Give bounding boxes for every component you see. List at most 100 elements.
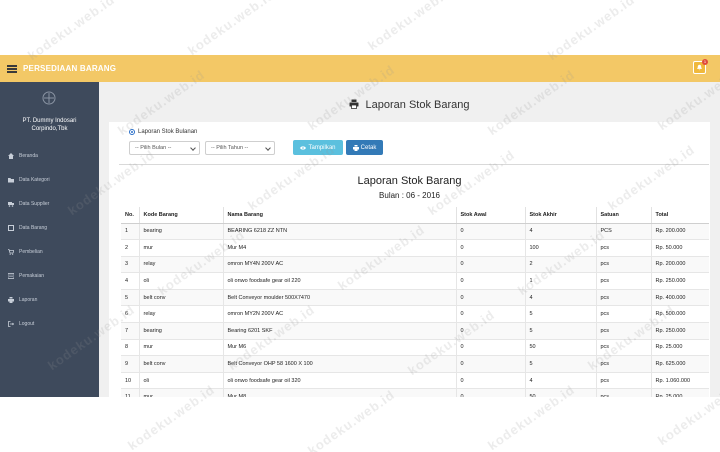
table-cell: 5 [121,288,139,306]
sidebar-item-label: Pemakaian [19,273,45,279]
table-cell: 0 [455,371,525,389]
table-cell: mur [138,239,223,257]
stock-table-body: 1 bearing BEARING 6218 ZZ NTN 0 4 PCS Rp. 200.… [121,222,709,397]
table-cell: pcs [595,288,651,306]
sidebar-item-laporan[interactable]: Laporan [0,288,99,312]
bottom-frame [0,397,720,452]
table-cell: 0 [455,322,525,340]
table-cell: 1 [121,222,139,240]
table-row: 4 oli oli onwo foodsafe gear oil 220 0 1 pcs R… [121,272,709,290]
month-select[interactable]: -- Pilih Bulan -- [129,141,200,155]
list-icon [8,273,14,279]
table-cell: Mur M8 [222,388,456,397]
table-cell: 5 [524,322,596,340]
show-button[interactable]: Tampilkan [293,140,343,155]
table-cell: mur [138,388,223,397]
print-button[interactable]: Cetak [346,140,383,155]
company-name-line2: Corpindo,Tbk [31,126,68,132]
logout-icon [8,321,14,327]
table-cell: Rp. 1.060.000 [650,371,709,389]
table-cell: Rp. 250.000 [650,272,709,290]
sidebar: PT. Dummy Indosari Corpindo,Tbk Beranda … [0,82,99,397]
chevron-down-icon [265,145,271,151]
table-row: 11murMur M8050pcsRp. 25.000 [121,388,709,397]
table-cell: 1 [524,272,596,290]
company-name-line1: PT. Dummy Indosari [22,118,77,124]
monthly-report-radio[interactable] [129,129,135,135]
table-cell: 0 [455,305,525,323]
table-cell: Rp. 200.000 [650,222,709,240]
table-cell: 9 [121,355,139,373]
table-cell: Rp. 200.000 [650,255,709,273]
stock-table: No. Kode Barang Nama Barang Stok Awal St… [121,207,709,397]
table-cell: 0 [455,272,525,290]
table-cell: Rp. 250.000 [650,322,709,340]
menu-toggle-icon[interactable] [7,64,17,73]
chevron-down-icon [190,145,196,151]
table-header-row: No. Kode Barang Nama Barang Stok Awal St… [121,207,709,224]
sidebar-item-pembelian[interactable]: Pembelian [0,240,99,264]
table-cell: 11 [121,388,139,397]
company-logo-icon [42,91,56,105]
table-row: 2 mur Mur M4 0 100 pcs Rp. 50.000 [121,239,709,257]
table-cell: 0 [455,388,525,397]
eye-icon [300,145,307,150]
sidebar-item-data-barang[interactable]: Data Barang [0,216,99,240]
app-brand[interactable]: PERSEDIAAN BARANG [23,64,116,73]
table-row: 9 belt conv Belt Conveyor OHP 58 1600 X 10… [121,355,709,373]
table-cell: BEARING 6218 ZZ NTN [222,222,456,240]
table-cell: 50 [524,338,596,356]
table-cell: 0 [455,222,525,240]
notification-badge: 1 [702,59,708,65]
table-cell: Bearing 6201 SKF [222,322,456,340]
column-header: Stok Awal [455,207,525,224]
table-cell: Rp. 400.000 [650,288,709,306]
sidebar-item-label: Pembelian [19,249,43,255]
divider [119,164,709,165]
print-button-label: Cetak [360,144,377,151]
table-row: 5 belt conv Belt Conveyor moulder 500X7470… [121,288,709,306]
table-cell: pcs [595,322,651,340]
table-cell: pcs [595,305,651,323]
table-cell: Rp. 25.000 [650,338,709,356]
table-cell: pcs [595,371,651,389]
table-row: 10 oli oli onwo foodsafe gear oil 320 0 4 pcs… [121,371,709,389]
table-cell: 7 [121,322,139,340]
table-cell: 8 [121,338,139,356]
column-header: Satuan [595,207,651,224]
table-cell: Mur M4 [222,239,456,257]
sidebar-menu: Beranda Data Kategori Data Supplier Data… [0,144,99,336]
table-cell: 0 [455,355,525,373]
print-icon [349,99,359,109]
table-cell: Rp. 500.000 [650,305,709,323]
notification-button[interactable]: 1 [693,59,708,74]
report-period: Bulan : 06 - 2016 [379,191,440,200]
truck-icon [8,202,14,207]
table-row: 8 mur Mur M6 0 50 pcs Rp. 25.000 [121,338,709,356]
table-cell: pcs [595,355,651,373]
table-cell: oli [138,371,223,389]
table-cell: 4 [524,222,596,240]
sidebar-item-pemakaian[interactable]: Pemakaian [0,264,99,288]
table-cell: pcs [595,255,651,273]
column-header: Kode Barang [138,207,223,224]
table-cell: 2 [121,239,139,257]
sidebar-item-logout[interactable]: Logout [0,312,99,336]
sidebar-item-data-kategori[interactable]: Data Kategori [0,168,99,192]
column-header: Stok Akhir [524,207,596,224]
sidebar-item-data-supplier[interactable]: Data Supplier [0,192,99,216]
print-icon [8,297,14,303]
table-cell: Rp. 625.000 [650,355,709,373]
report-type-option[interactable]: Laporan Stok Bulanan [129,129,197,135]
cart-icon [8,249,14,255]
column-header: Nama Barang [222,207,456,224]
bell-icon [697,64,702,71]
sidebar-item-label: Data Barang [19,225,48,231]
sidebar-item-label: Laporan [19,297,38,303]
sidebar-item-beranda[interactable]: Beranda [0,144,99,168]
year-select[interactable]: -- Pilih Tahun -- [205,141,275,155]
table-cell: 50 [524,388,596,397]
table-row: 1 bearing BEARING 6218 ZZ NTN 0 4 PCS Rp. 200.… [121,222,709,240]
main-content: Laporan Stok Barang Laporan Stok Bulanan… [99,82,720,397]
home-icon [8,153,14,159]
